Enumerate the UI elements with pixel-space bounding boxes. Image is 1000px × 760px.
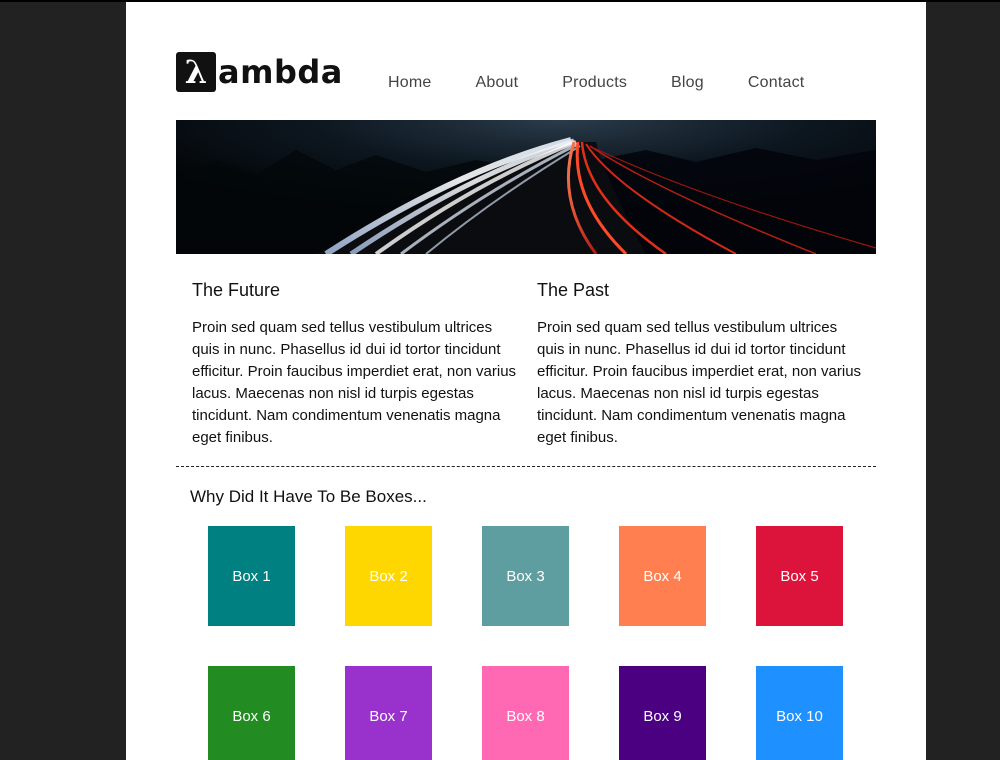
hero-image	[176, 120, 876, 254]
box-label: Box 9	[643, 707, 682, 725]
box-label: Box 6	[232, 707, 271, 725]
future-heading: The Future	[192, 280, 281, 300]
box-label: Box 5	[780, 567, 819, 585]
boxes-heading: Why Did It Have To Be Boxes...	[190, 487, 427, 506]
box-label: Box 10	[776, 707, 823, 725]
box-9: Box 9	[619, 666, 706, 760]
past-body: Proin sed quam sed tellus vestibulum ult…	[537, 319, 862, 446]
box-2: Box 2	[345, 526, 432, 626]
box-label: Box 4	[643, 567, 682, 585]
box-label: Box 7	[369, 707, 408, 725]
box-8: Box 8	[482, 666, 569, 760]
logo[interactable]: λ ambda	[176, 52, 343, 92]
nav-contact-link[interactable]: Contact	[748, 74, 805, 92]
past-column: The Past Proin sed quam sed tellus vesti…	[537, 280, 867, 449]
box-label: Box 1	[232, 567, 271, 585]
highway-light-trails-image	[176, 120, 876, 254]
box-4: Box 4	[619, 526, 706, 626]
box-6: Box 6	[208, 666, 295, 760]
box-label: Box 8	[506, 707, 545, 725]
nav-about-link[interactable]: About	[475, 74, 518, 92]
box-label: Box 3	[506, 567, 545, 585]
box-5: Box 5	[756, 526, 843, 626]
future-column: The Future Proin sed quam sed tellus ves…	[192, 280, 522, 449]
box-1: Box 1	[208, 526, 295, 626]
nav-blog-link[interactable]: Blog	[671, 74, 704, 92]
main-nav: Home About Products Blog Contact	[388, 74, 848, 92]
box-10: Box 10	[756, 666, 843, 760]
future-body: Proin sed quam sed tellus vestibulum ult…	[192, 319, 517, 446]
lambda-logo-icon: λ	[176, 52, 216, 92]
box-3: Box 3	[482, 526, 569, 626]
nav-products-link[interactable]: Products	[562, 74, 627, 92]
box-7: Box 7	[345, 666, 432, 760]
page-container: λ ambda Home About Products Blog Contact	[126, 2, 926, 760]
past-heading: The Past	[537, 280, 610, 300]
dashed-divider	[176, 466, 876, 467]
logo-text: ambda	[218, 53, 343, 91]
nav-home-link[interactable]: Home	[388, 74, 431, 92]
box-label: Box 2	[369, 567, 408, 585]
